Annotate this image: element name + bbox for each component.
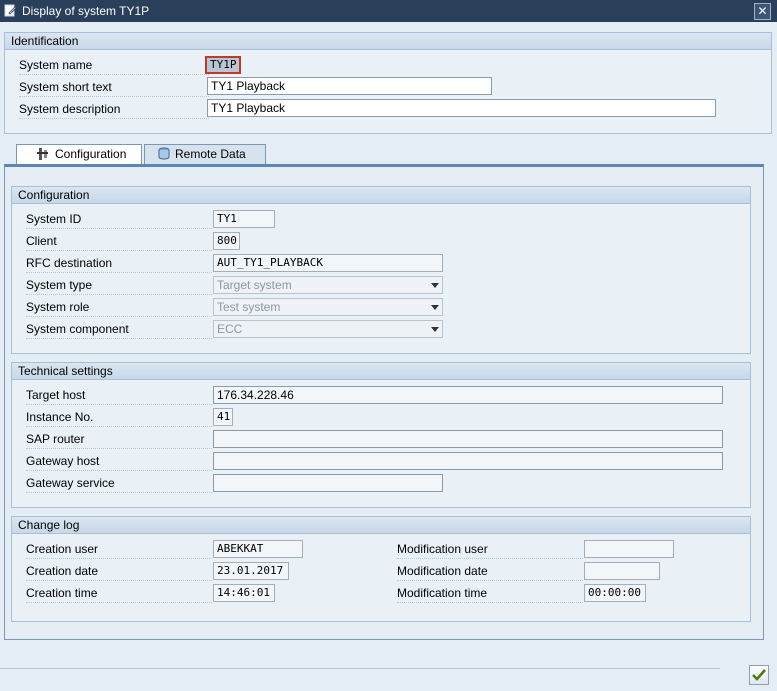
gateway-service-label: Gateway service <box>26 474 212 493</box>
system-description-label: System description <box>19 100 209 119</box>
modification-time-field[interactable]: 00:00:00 <box>584 584 646 602</box>
modification-time-label: Modification time <box>397 584 583 603</box>
window-title: Display of system TY1P <box>22 4 150 18</box>
system-type-dropdown[interactable]: Target system <box>213 276 443 294</box>
identification-group: Identification System name TY1P System s… <box>4 32 772 134</box>
creation-user-field[interactable]: ABEKKAT <box>213 540 303 558</box>
system-component-label: System component <box>26 320 212 339</box>
configuration-tools-icon <box>37 148 48 160</box>
tab-configuration-label: Configuration <box>55 147 127 161</box>
group-header: Technical settings <box>12 363 750 380</box>
checkmark-icon <box>752 669 766 681</box>
footer-divider <box>0 668 720 669</box>
creation-date-label: Creation date <box>26 562 212 581</box>
client-field[interactable]: 800 <box>213 232 240 250</box>
creation-user-label: Creation user <box>26 540 212 559</box>
gateway-service-field[interactable] <box>213 474 443 492</box>
edit-document-icon <box>4 4 17 17</box>
sap-router-label: SAP router <box>26 430 212 449</box>
close-button[interactable]: ✕ <box>754 3 771 20</box>
modification-user-label: Modification user <box>397 540 583 559</box>
modification-date-field[interactable] <box>584 562 660 580</box>
tab-strip: Configuration Remote Data <box>0 142 777 164</box>
configuration-tab-panel: Configuration System ID TY1 Client 800 R… <box>4 164 764 640</box>
sap-router-field[interactable] <box>213 430 723 448</box>
database-icon <box>158 147 170 160</box>
system-short-text-label: System short text <box>19 78 209 97</box>
modification-date-label: Modification date <box>397 562 583 581</box>
client-label: Client <box>26 232 212 251</box>
close-icon[interactable]: ✕ <box>757 4 767 18</box>
system-id-label: System ID <box>26 210 212 229</box>
creation-time-label: Creation time <box>26 584 212 603</box>
system-description-field[interactable]: TY1 Playback <box>207 99 716 117</box>
target-host-field[interactable]: 176.34.228.46 <box>213 386 723 404</box>
system-component-dropdown[interactable]: ECC <box>213 320 443 338</box>
group-header: Identification <box>5 33 771 50</box>
creation-date-field[interactable]: 23.01.2017 <box>213 562 289 580</box>
technical-settings-group: Technical settings Target host 176.34.22… <box>11 362 751 508</box>
instance-no-field[interactable]: 41 <box>213 408 233 426</box>
window-titlebar: Display of system TY1P ✕ <box>0 0 777 22</box>
instance-no-label: Instance No. <box>26 408 212 427</box>
rfc-destination-label: RFC destination <box>26 254 212 273</box>
configuration-group: Configuration System ID TY1 Client 800 R… <box>11 186 751 354</box>
system-short-text-field[interactable]: TY1 Playback <box>207 77 492 95</box>
system-type-label: System type <box>26 276 212 295</box>
group-header: Change log <box>12 517 750 534</box>
system-role-dropdown[interactable]: Test system <box>213 298 443 316</box>
creation-time-field[interactable]: 14:46:01 <box>213 584 275 602</box>
gateway-host-label: Gateway host <box>26 452 212 471</box>
chevron-down-icon <box>431 305 439 310</box>
system-id-field[interactable]: TY1 <box>213 210 275 228</box>
tab-remote-data-label: Remote Data <box>175 147 246 161</box>
gateway-host-field[interactable] <box>213 452 723 470</box>
group-header: Configuration <box>12 187 750 204</box>
system-name-field[interactable]: TY1P <box>205 56 241 74</box>
target-host-label: Target host <box>26 386 212 405</box>
confirm-button[interactable] <box>749 665 769 685</box>
tab-remote-data[interactable]: Remote Data <box>144 144 266 164</box>
system-role-label: System role <box>26 298 212 317</box>
system-name-label: System name <box>19 56 209 75</box>
chevron-down-icon <box>431 283 439 288</box>
chevron-down-icon <box>431 327 439 332</box>
change-log-group: Change log Creation user ABEKKAT Creatio… <box>11 516 751 622</box>
rfc-destination-field[interactable]: AUT_TY1_PLAYBACK <box>213 254 443 272</box>
tab-configuration[interactable]: Configuration <box>16 144 142 164</box>
dialog-body: Identification System name TY1P System s… <box>0 22 777 691</box>
modification-user-field[interactable] <box>584 540 674 558</box>
